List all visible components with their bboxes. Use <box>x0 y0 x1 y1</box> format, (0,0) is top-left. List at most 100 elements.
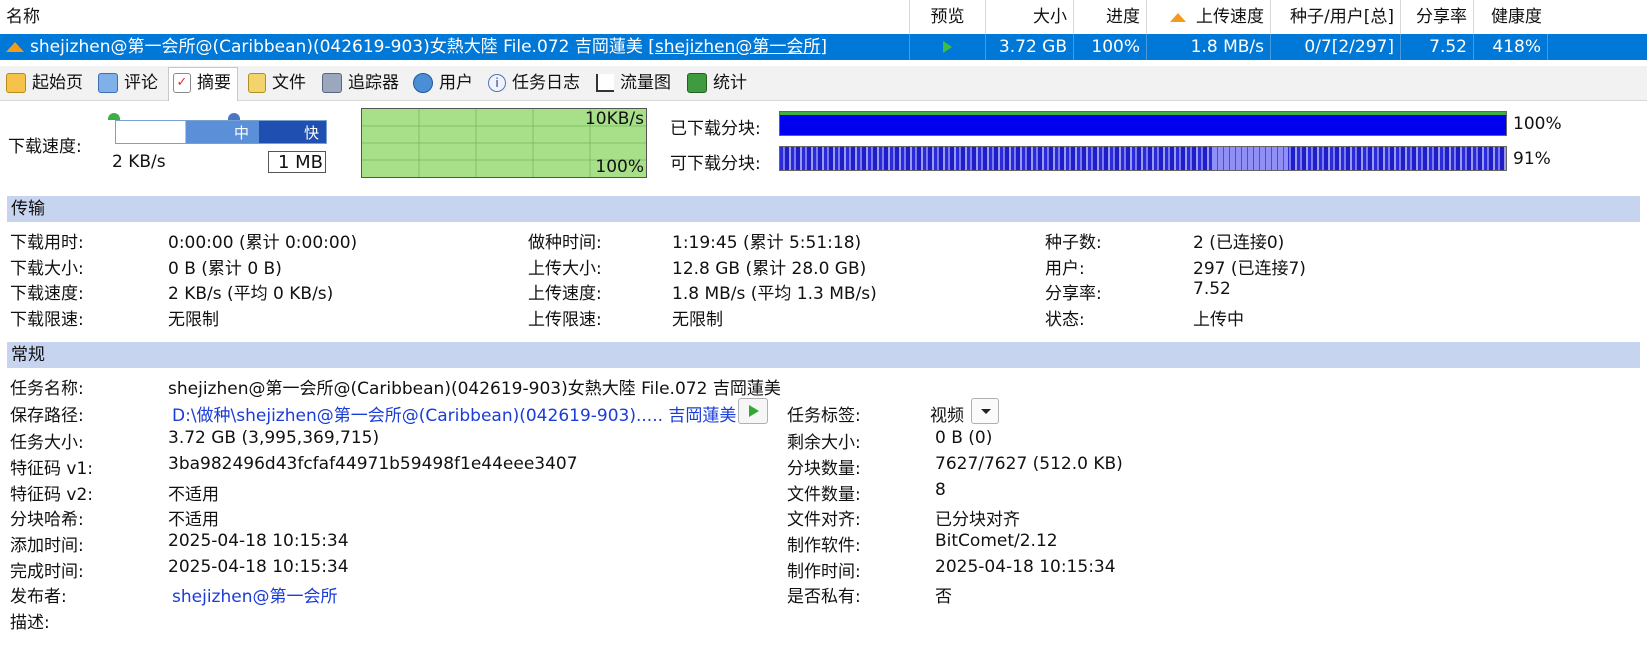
tab-task-log[interactable]: i 任务日志 <box>484 68 586 98</box>
task-size-value: 3.72 GB (3,995,369,715) <box>168 428 380 448</box>
section-transfer: 传输 <box>7 196 1640 222</box>
tab-comments-label: 评论 <box>124 73 158 93</box>
hash-v2-label: 特征码 v2: <box>10 485 94 505</box>
task-list-header: 名称 预览 大小 进度 上传速度 种子/用户[总] 分享率 健康度 <box>0 0 1647 35</box>
download-speed-stat-label: 下载速度: <box>10 284 84 304</box>
task-name-text: shejizhen@第一会所@(Caribbean)(042619-903)女熱… <box>30 37 643 57</box>
file-alignment-value: 已分块对齐 <box>935 510 1020 530</box>
creation-time-value: 2025-04-18 10:15:34 <box>935 557 1116 577</box>
downloaded-pieces-fill <box>780 112 1506 135</box>
speed-limit-input[interactable]: 1 MB <box>268 151 326 173</box>
tab-files[interactable]: 文件 <box>244 68 312 98</box>
tab-summary-label: 摘要 <box>197 73 231 93</box>
save-path-link[interactable]: D:\做种\shejizhen@第一会所@(Caribbean)(042619-… <box>172 401 736 426</box>
current-download-speed: 2 KB/s <box>112 152 166 172</box>
available-pieces-percent: 91% <box>1513 149 1551 169</box>
column-header-upload-speed[interactable]: 上传速度 <box>1147 0 1271 34</box>
task-size-cell: 3.72 GB <box>986 34 1074 60</box>
upload-speed-label: 上传速度: <box>528 284 602 304</box>
tab-stats-label: 统计 <box>713 73 747 93</box>
save-path-label: 保存路径: <box>10 406 84 426</box>
download-time-label: 下载用时: <box>10 233 84 253</box>
column-header-progress[interactable]: 进度 <box>1074 0 1147 34</box>
files-icon <box>248 73 266 93</box>
home-icon <box>6 73 26 93</box>
download-speed-label: 下载速度: <box>8 137 82 157</box>
file-count-value: 8 <box>935 480 946 500</box>
play-icon[interactable] <box>943 41 952 53</box>
publisher-link[interactable]: shejizhen@第一会所 <box>172 582 337 607</box>
column-header-name[interactable]: 名称 <box>0 0 910 34</box>
upload-size-value: 12.8 GB (累计 28.0 GB) <box>672 259 867 279</box>
log-icon: i <box>488 74 506 92</box>
seeds-value: 2 (已连接0) <box>1193 233 1285 253</box>
completed-time-label: 完成时间: <box>10 562 84 582</box>
added-time-label: 添加时间: <box>10 536 84 556</box>
available-pieces-bar <box>779 146 1507 171</box>
traffic-chart-icon <box>596 74 614 92</box>
tab-trackers[interactable]: 追踪器 <box>318 68 405 98</box>
tab-trackers-label: 追踪器 <box>348 73 399 93</box>
tab-traffic-chart[interactable]: 流量图 <box>592 68 677 98</box>
detail-tabs: 起始页 评论 ✓ 摘要 文件 追踪器 用户 i 任务日志 流量图 统计 <box>0 66 1647 101</box>
task-upload-speed-cell: 1.8 MB/s <box>1147 34 1271 60</box>
available-pieces-label: 可下载分块: <box>670 154 761 174</box>
downloaded-pieces-percent: 100% <box>1513 114 1562 134</box>
uploading-arrow-icon <box>6 42 24 52</box>
column-header-size[interactable]: 大小 <box>986 0 1074 34</box>
upload-arrow-icon <box>1170 12 1186 22</box>
file-alignment-label: 文件对齐: <box>787 510 861 530</box>
tab-task-log-label: 任务日志 <box>512 73 580 93</box>
preview-cell[interactable] <box>910 34 986 60</box>
available-pieces-light-segment <box>1212 147 1288 170</box>
speed-limit-slider[interactable]: 中 快 <box>115 120 327 144</box>
download-size-value: 0 B (累计 0 B) <box>168 259 282 279</box>
download-speed-stat-value: 2 KB/s (平均 0 KB/s) <box>168 284 334 304</box>
tab-home[interactable]: 起始页 <box>2 68 89 98</box>
slider-min-marker-icon[interactable] <box>108 113 120 120</box>
tab-users-label: 用户 <box>439 73 473 93</box>
chevron-down-icon <box>981 409 991 414</box>
remaining-size-label: 剩余大小: <box>787 433 861 453</box>
file-count-label: 文件数量: <box>787 485 861 505</box>
tab-comments[interactable]: 评论 <box>94 68 164 98</box>
task-name-value: shejizhen@第一会所@(Caribbean)(042619-903)女熱… <box>168 379 781 399</box>
seeding-time-label: 做种时间: <box>528 233 602 253</box>
hash-v2-value: 不适用 <box>168 485 219 505</box>
upload-limit-label: 上传限速: <box>528 310 602 330</box>
description-label: 描述: <box>10 613 50 633</box>
tab-summary[interactable]: ✓ 摘要 <box>168 67 238 101</box>
task-row-selected[interactable]: shejizhen@第一会所@(Caribbean)(042619-903)女熱… <box>0 34 1647 60</box>
task-name-label: 任务名称: <box>10 379 84 399</box>
piece-hash-label: 分块哈希: <box>10 510 84 530</box>
task-name-cell[interactable]: shejizhen@第一会所@(Caribbean)(042619-903)女熱… <box>0 34 910 60</box>
tab-stats[interactable]: 统计 <box>683 68 753 98</box>
open-folder-button[interactable] <box>738 398 768 424</box>
column-header-health[interactable]: 健康度 <box>1474 0 1548 34</box>
peers-label: 用户: <box>1045 259 1085 279</box>
task-tag-dropdown-button[interactable] <box>971 398 999 424</box>
comment-icon <box>98 73 118 93</box>
added-time-value: 2025-04-18 10:15:34 <box>168 531 349 551</box>
share-ratio-value: 7.52 <box>1193 279 1231 299</box>
hash-v1-label: 特征码 v1: <box>10 459 94 479</box>
summary-icon: ✓ <box>173 73 191 93</box>
piece-count-value: 7627/7627 (512.0 KB) <box>935 454 1123 474</box>
creation-time-label: 制作时间: <box>787 562 861 582</box>
column-header-preview[interactable]: 预览 <box>910 0 986 34</box>
downloaded-pieces-bar <box>779 111 1507 136</box>
task-progress-cell: 100% <box>1074 34 1147 60</box>
tab-files-label: 文件 <box>272 73 306 93</box>
upload-speed-value: 1.8 MB/s (平均 1.3 MB/s) <box>672 284 877 304</box>
column-header-seeds-peers[interactable]: 种子/用户[总] <box>1271 0 1401 34</box>
task-tag-label: 任务标签: <box>787 406 861 426</box>
peers-value: 297 (已连接7) <box>1193 259 1306 279</box>
column-header-ratio[interactable]: 分享率 <box>1401 0 1474 34</box>
stats-icon <box>687 73 707 93</box>
speed-graph-percent-label: 100% <box>595 157 644 177</box>
upload-limit-value: 无限制 <box>672 310 723 330</box>
task-name-tag[interactable]: [shejizhen@第一会所] <box>648 37 827 57</box>
remaining-size-value: 0 B (0) <box>935 428 993 448</box>
tab-users[interactable]: 用户 <box>409 68 479 98</box>
slider-thumb-icon[interactable] <box>228 113 240 120</box>
